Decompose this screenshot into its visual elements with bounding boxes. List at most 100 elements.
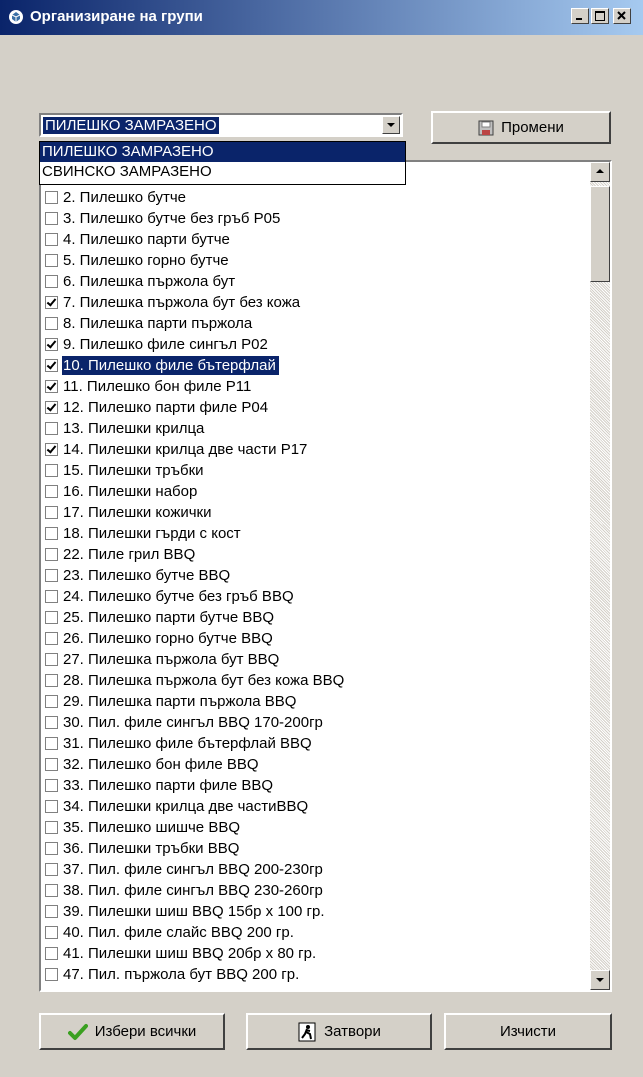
- checkbox[interactable]: [45, 338, 58, 351]
- checkbox[interactable]: [45, 863, 58, 876]
- checkbox[interactable]: [45, 422, 58, 435]
- checkbox[interactable]: [45, 506, 58, 519]
- checkbox[interactable]: [45, 611, 58, 624]
- checkbox[interactable]: [45, 905, 58, 918]
- list-item[interactable]: 34. Пилешки крилца две частиBBQ: [41, 796, 589, 817]
- list-item[interactable]: 23. Пилешко бутче BBQ: [41, 565, 589, 586]
- checkbox[interactable]: [45, 737, 58, 750]
- dropdown-option[interactable]: СВИНСКО ЗАМРАЗЕНО: [40, 162, 405, 182]
- list-item[interactable]: 6. Пилешка пържола бут: [41, 271, 589, 292]
- checkbox[interactable]: [45, 842, 58, 855]
- checkbox[interactable]: [45, 191, 58, 204]
- list-item[interactable]: 10. Пилешко филе бътерфлай: [41, 355, 589, 376]
- window-title: Организиране на групи: [30, 8, 203, 25]
- checkbox[interactable]: [45, 233, 58, 246]
- chevron-down-icon[interactable]: [382, 116, 400, 134]
- list-item-label: 27. Пилешка пържола бут BBQ: [63, 651, 280, 668]
- product-checklist[interactable]: 1. Пилешко цяло2. Пилешко бутче3. Пилешк…: [39, 160, 612, 992]
- checkbox[interactable]: [45, 401, 58, 414]
- list-item[interactable]: 28. Пилешка пържола бут без кожа BBQ: [41, 670, 589, 691]
- list-item[interactable]: 15. Пилешки тръбки: [41, 460, 589, 481]
- checkbox[interactable]: [45, 569, 58, 582]
- checkbox[interactable]: [45, 653, 58, 666]
- exit-door-icon: [298, 1022, 316, 1041]
- checkbox[interactable]: [45, 779, 58, 792]
- checkbox[interactable]: [45, 800, 58, 813]
- list-item[interactable]: 38. Пил. филе сингъл BBQ 230-260гр: [41, 880, 589, 901]
- list-item[interactable]: 5. Пилешко горно бутче: [41, 250, 589, 271]
- dropdown-option[interactable]: ПИЛЕШКО ЗАМРАЗЕНО: [40, 142, 405, 162]
- checkbox[interactable]: [45, 443, 58, 456]
- minimize-button[interactable]: [571, 8, 589, 24]
- checkbox[interactable]: [45, 464, 58, 477]
- checkbox[interactable]: [45, 254, 58, 267]
- list-item[interactable]: 17. Пилешки кожички: [41, 502, 589, 523]
- list-item[interactable]: 37. Пил. филе сингъл BBQ 200-230гр: [41, 859, 589, 880]
- list-item[interactable]: 41. Пилешки шиш BBQ 20бр х 80 гр.: [41, 943, 589, 964]
- list-item[interactable]: 3. Пилешко бутче без гръб Р05: [41, 208, 589, 229]
- list-item[interactable]: 39. Пилешки шиш BBQ 15бр х 100 гр.: [41, 901, 589, 922]
- maximize-icon: [595, 11, 605, 21]
- clear-button[interactable]: Изчисти: [444, 1013, 612, 1050]
- checkbox[interactable]: [45, 275, 58, 288]
- close-window-button[interactable]: [613, 8, 631, 24]
- scroll-down-icon[interactable]: [590, 970, 610, 990]
- list-item[interactable]: 35. Пилешко шишче BBQ: [41, 817, 589, 838]
- change-button[interactable]: Промени: [431, 111, 611, 144]
- scroll-thumb[interactable]: [590, 186, 610, 282]
- checkbox[interactable]: [45, 548, 58, 561]
- list-item[interactable]: 27. Пилешка пържола бут BBQ: [41, 649, 589, 670]
- list-item[interactable]: 18. Пилешки гърди с кост: [41, 523, 589, 544]
- checkbox[interactable]: [45, 317, 58, 330]
- list-item[interactable]: 11. Пилешко бон филе Р11: [41, 376, 589, 397]
- close-button-label: Затвори: [324, 1023, 381, 1040]
- checkbox[interactable]: [45, 527, 58, 540]
- list-item[interactable]: 24. Пилешко бутче без гръб BBQ: [41, 586, 589, 607]
- checkbox[interactable]: [45, 884, 58, 897]
- list-item[interactable]: 9. Пилешко филе сингъл Р02: [41, 334, 589, 355]
- list-item[interactable]: 22. Пиле грил BBQ: [41, 544, 589, 565]
- group-select[interactable]: ПИЛЕШКО ЗАМРАЗЕНО: [39, 113, 403, 137]
- checkbox[interactable]: [45, 485, 58, 498]
- checkbox[interactable]: [45, 716, 58, 729]
- list-item[interactable]: 40. Пил. филе слайс BBQ 200 гр.: [41, 922, 589, 943]
- checkbox[interactable]: [45, 590, 58, 603]
- checkbox[interactable]: [45, 359, 58, 372]
- list-item[interactable]: 30. Пил. филе сингъл BBQ 170-200гр: [41, 712, 589, 733]
- list-item[interactable]: 12. Пилешко парти филе Р04: [41, 397, 589, 418]
- list-item-label: 7. Пилешка пържола бут без кожа: [63, 294, 301, 311]
- checkbox[interactable]: [45, 212, 58, 225]
- checkbox[interactable]: [45, 926, 58, 939]
- list-item[interactable]: 16. Пилешки набор: [41, 481, 589, 502]
- close-button[interactable]: Затвори: [246, 1013, 432, 1050]
- vertical-scrollbar[interactable]: [590, 162, 610, 990]
- checkbox[interactable]: [45, 758, 58, 771]
- checkbox[interactable]: [45, 968, 58, 981]
- checkbox[interactable]: [45, 947, 58, 960]
- list-item[interactable]: 36. Пилешки тръбки BBQ: [41, 838, 589, 859]
- list-item[interactable]: 13. Пилешки крилца: [41, 418, 589, 439]
- checkbox[interactable]: [45, 674, 58, 687]
- maximize-button[interactable]: [591, 8, 609, 24]
- list-item[interactable]: 7. Пилешка пържола бут без кожа: [41, 292, 589, 313]
- list-item[interactable]: 32. Пилешко бон филе BBQ: [41, 754, 589, 775]
- list-item[interactable]: 29. Пилешка парти пържола BBQ: [41, 691, 589, 712]
- list-item[interactable]: 8. Пилешка парти пържола: [41, 313, 589, 334]
- list-item[interactable]: 47. Пил. пържола бут BBQ 200 гр.: [41, 964, 589, 985]
- list-item[interactable]: 14. Пилешки крилца две части Р17: [41, 439, 589, 460]
- checkbox[interactable]: [45, 632, 58, 645]
- select-all-button[interactable]: Избери всички: [39, 1013, 225, 1050]
- list-item[interactable]: 26. Пилешко горно бутче BBQ: [41, 628, 589, 649]
- checkbox[interactable]: [45, 821, 58, 834]
- checkbox[interactable]: [45, 695, 58, 708]
- checkbox[interactable]: [45, 380, 58, 393]
- group-dropdown-list[interactable]: ПИЛЕШКО ЗАМРАЗЕНО СВИНСКО ЗАМРАЗЕНО: [39, 141, 406, 185]
- list-item[interactable]: 31. Пилешко филе бътерфлай BBQ: [41, 733, 589, 754]
- checkbox[interactable]: [45, 296, 58, 309]
- list-item[interactable]: 4. Пилешко парти бутче: [41, 229, 589, 250]
- scroll-up-icon[interactable]: [590, 162, 610, 182]
- list-item[interactable]: 33. Пилешко парти филе BBQ: [41, 775, 589, 796]
- list-item[interactable]: 2. Пилешко бутче: [41, 187, 589, 208]
- list-item[interactable]: 25. Пилешко парти бутче BBQ: [41, 607, 589, 628]
- app-icon: [9, 10, 23, 24]
